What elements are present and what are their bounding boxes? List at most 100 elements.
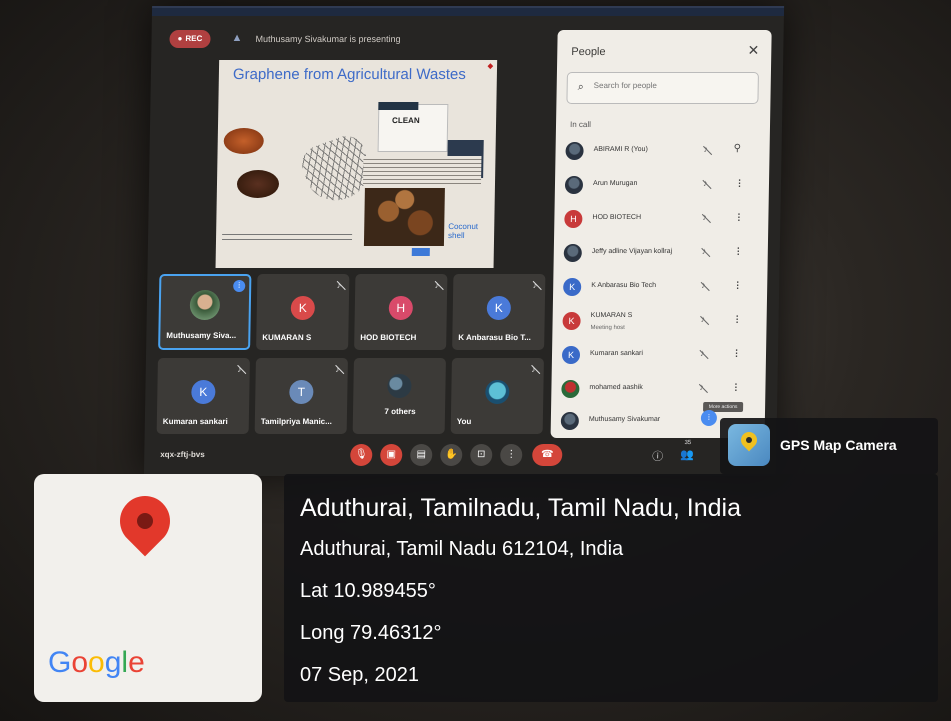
participant-name: KUMARAN S: [262, 333, 312, 342]
info-icon: ⓘ: [652, 451, 664, 463]
participant-tile[interactable]: ⁞ Muthusamy Siva...: [158, 274, 252, 350]
person-avatar: [565, 142, 584, 160]
window-titlebar: [151, 8, 785, 16]
people-icon: 👥: [680, 449, 695, 461]
more-vert-icon[interactable]: ⋮: [734, 246, 743, 257]
presentation-slide: Graphene from Agricultural Wastes ◆ CLEA…: [215, 60, 498, 268]
participant-name: Muthusamy Siva...: [166, 331, 237, 340]
mic-off-icon: ♪: [702, 212, 708, 222]
person-name: KUMARAN S: [590, 312, 633, 319]
participant-tile[interactable]: K ♪ K Anbarasu Bio T...: [452, 274, 546, 350]
gps-camera-badge: GPS Map Camera: [720, 418, 938, 474]
longitude: Long 79.46312°: [300, 622, 442, 644]
speaking-indicator-icon: ⁞: [233, 280, 246, 292]
people-list-item[interactable]: Arun Murugan ♪ ⋮: [564, 172, 762, 202]
participant-name: You: [456, 417, 472, 426]
address-line-1: Aduthurai, Tamilnadu, Tamil Nadu, India: [300, 494, 742, 522]
mic-off-icon: ♪: [701, 280, 706, 290]
self-avatar: [485, 380, 510, 404]
mic-toggle-button[interactable]: 🎙: [350, 444, 373, 466]
mic-off-icon: ♪: [703, 144, 709, 154]
person-name: HOD BIOTECH: [592, 214, 642, 221]
slide-journal-box: [377, 104, 449, 152]
person-avatar: [561, 380, 580, 398]
more-vert-icon[interactable]: ⋮: [734, 212, 743, 223]
more-vert-icon[interactable]: ⋮: [733, 314, 742, 325]
presenting-icon: ▲: [231, 32, 243, 44]
present-icon: ⊡: [476, 449, 486, 460]
map-thumbnail: Google: [34, 474, 262, 702]
person-name: K Anbarasu Bio Tech: [591, 282, 657, 289]
slide-logo: ◆: [487, 63, 494, 70]
people-list-item[interactable]: Jeffy adline Vijayan kollraj ♪ ⋮: [563, 240, 760, 270]
more-vert-icon[interactable]: ⋮: [735, 178, 744, 189]
mic-off-icon: ♪: [701, 246, 707, 256]
more-options-button[interactable]: ⋮: [500, 444, 523, 466]
participant-name: Kumaran sankari: [162, 417, 228, 426]
mic-off-icon: ♪: [702, 178, 708, 188]
participant-tile[interactable]: T ♪ Tamilpriya Manic...: [254, 358, 348, 434]
people-list-item[interactable]: ABIRAMI R (You) ♪ ⚲: [565, 138, 762, 168]
camera-toggle-button[interactable]: ▣: [380, 444, 403, 466]
person-avatar: K: [562, 312, 581, 330]
people-list-item[interactable]: H HOD BIOTECH ♪ ⋮: [564, 206, 761, 236]
self-tile[interactable]: ♪ You: [450, 358, 544, 434]
in-call-section-label: In call: [569, 120, 592, 129]
mic-off-icon: ♪: [699, 348, 705, 358]
search-icon: ⌕: [577, 81, 584, 93]
slide-caption: Coconut shell: [448, 222, 479, 240]
people-list-item[interactable]: K KUMARAN S Meeting host ♪ ⋮: [562, 308, 759, 338]
participant-tile[interactable]: K ♪ Kumaran sankari: [156, 358, 250, 434]
capture-date: 07 Sep, 2021: [300, 664, 419, 686]
person-name: Muthusamy Sivakumar: [588, 416, 661, 423]
more-vert-icon[interactable]: ⋮: [731, 382, 740, 393]
people-button[interactable]: 👥 35: [680, 440, 695, 461]
slide-image-powder-2: [236, 170, 280, 198]
participant-video-thumbnail: [189, 290, 221, 320]
participant-avatar: T: [289, 380, 314, 404]
speaking-indicator-icon: ⁞: [707, 413, 711, 422]
mic-off-icon: ♪: [434, 280, 440, 290]
person-avatar: [560, 412, 580, 430]
participant-avatar: K: [486, 296, 512, 320]
people-panel-title: People: [571, 46, 606, 58]
people-list-item[interactable]: K K Anbarasu Bio Tech ♪ ⋮: [563, 274, 760, 304]
recording-badge: REC: [169, 30, 211, 48]
slide-title: Graphene from Agricultural Wastes: [232, 66, 466, 83]
people-search-input[interactable]: [593, 81, 744, 90]
others-tile[interactable]: 7 others: [352, 358, 446, 434]
people-search-box[interactable]: ⌕: [566, 72, 759, 104]
person-name: Jeffy adline Vijayan kollraj: [591, 248, 673, 255]
address-line-2: Aduthurai, Tamil Nadu 612104, India: [300, 538, 624, 560]
mic-off-icon: ♪: [532, 280, 538, 290]
participant-tile[interactable]: K ♪ KUMARAN S: [256, 274, 350, 350]
participant-tile[interactable]: H ♪ HOD BIOTECH: [354, 274, 448, 350]
more-vert-icon[interactable]: ⋮: [732, 348, 741, 359]
pin-icon[interactable]: ⚲: [734, 143, 742, 154]
close-icon[interactable]: ✕: [747, 42, 759, 59]
location-info-panel: Aduthurai, Tamilnadu, Tamil Nadu, India …: [284, 474, 938, 702]
participant-name: K Anbarasu Bio T...: [458, 333, 532, 342]
mic-off-icon: ♪: [700, 314, 706, 324]
participant-name: Tamilpriya Manic...: [260, 417, 332, 426]
slide-image-coconut-shells: [363, 188, 445, 246]
slide-text-block: [362, 156, 482, 184]
person-name: mohamed aashik: [589, 384, 643, 391]
others-count: 7 others: [384, 407, 416, 416]
more-vert-icon[interactable]: ⋮: [733, 280, 742, 291]
mic-off-icon: 🎙: [354, 449, 368, 460]
mic-off-icon: ♪: [237, 364, 242, 374]
raise-hand-button[interactable]: ✋: [440, 444, 463, 466]
person-avatar: K: [561, 346, 581, 364]
people-list-item[interactable]: K Kumaran sankari ♪ ⋮: [561, 342, 759, 372]
meeting-details-button[interactable]: ⓘ: [652, 448, 663, 464]
participant-name: HOD BIOTECH: [360, 333, 417, 342]
captions-button[interactable]: ▤: [410, 444, 433, 466]
meeting-code: xqx-zftj-bvs: [160, 450, 205, 459]
person-name: Arun Murugan: [592, 180, 638, 187]
gps-map-camera-icon: [728, 424, 770, 466]
call-end-icon: ☎: [540, 449, 554, 460]
latitude: Lat 10.989455°: [300, 580, 436, 602]
leave-call-button[interactable]: ☎: [532, 444, 563, 466]
present-button[interactable]: ⊡: [470, 444, 493, 466]
